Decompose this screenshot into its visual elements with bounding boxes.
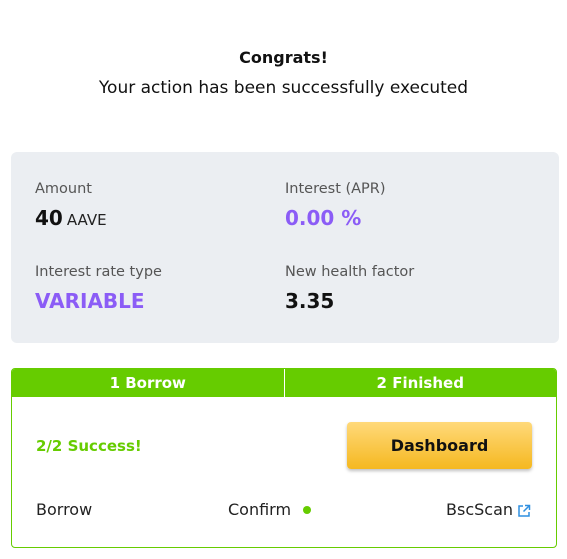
steps-header: 1 Borrow 2 Finished (12, 369, 556, 397)
rate-type-cell: Interest rate type VARIABLE (35, 264, 162, 313)
success-status-text: 2/2 Success! (36, 437, 142, 455)
amount-unit: AAVE (66, 211, 107, 229)
bscscan-label: BscScan (446, 500, 514, 519)
amount-value-row: 40 AAVE (35, 206, 107, 230)
amount-label: Amount (35, 181, 92, 197)
success-message: Your action has been successfully execut… (98, 78, 469, 98)
step-borrow: 1 Borrow (109, 374, 186, 392)
dashboard-button[interactable]: Dashboard (347, 422, 532, 469)
bscscan-link[interactable]: BscScan (446, 500, 531, 519)
interest-label: Interest (APR) (285, 181, 386, 197)
rate-type-value: VARIABLE (35, 289, 145, 313)
tx-status-label: Confirm (228, 500, 292, 519)
external-link-icon (517, 503, 531, 517)
interest-value: 0.00 % (285, 206, 362, 230)
amount-cell: Amount 40 AAVE (35, 181, 107, 230)
congrats-title: Congrats! (239, 48, 328, 67)
status-dot-icon (303, 505, 312, 514)
tx-status: Confirm (228, 500, 312, 519)
health-factor-cell: New health factor 3.35 (285, 264, 414, 313)
health-factor-label: New health factor (285, 264, 415, 280)
transaction-summary-card: Amount 40 AAVE Interest (APR) 0.00 % Inte… (11, 152, 559, 343)
steps-card: 1 Borrow 2 Finished 2/2 Success! Dashboa… (11, 368, 557, 548)
health-factor-value: 3.35 (285, 289, 335, 313)
rate-type-label: Interest rate type (35, 264, 162, 280)
amount-value: 40 (35, 206, 63, 230)
step-finished: 2 Finished (283, 369, 557, 397)
tx-action-label: Borrow (36, 500, 93, 519)
interest-cell: Interest (APR) 0.00 % (285, 181, 386, 230)
